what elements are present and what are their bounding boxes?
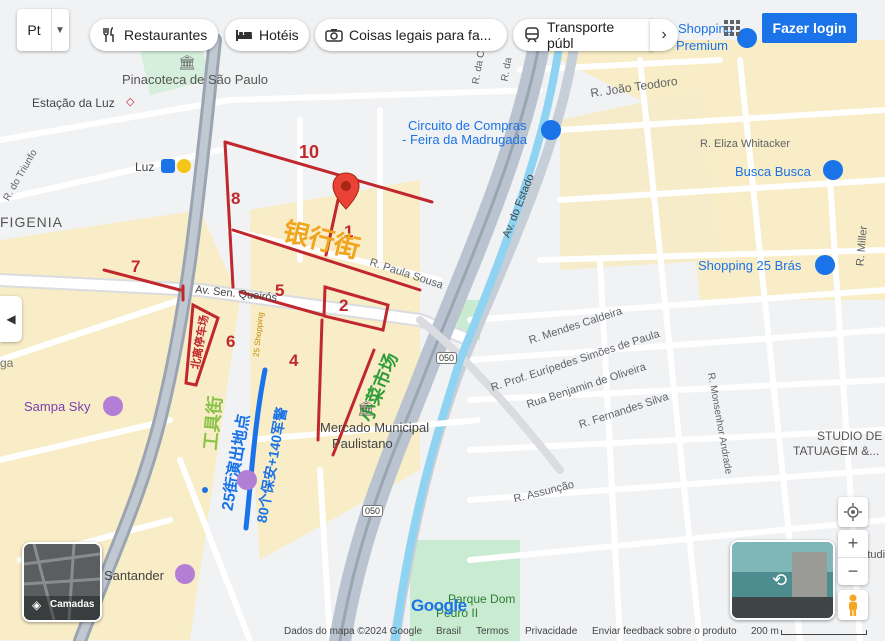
footer-scale-label[interactable]: 200 m: [751, 626, 779, 637]
label-studio-1[interactable]: STUDIO DE: [817, 429, 882, 443]
chip-things-to-do-label: Coisas legais para fa...: [349, 27, 492, 43]
train-station-icon: ◇: [126, 96, 135, 108]
zoom-out-button[interactable]: −: [838, 558, 868, 585]
label-circuito-1[interactable]: Circuito de Compras: [408, 118, 527, 133]
chip-restaurants[interactable]: Restaurantes: [90, 19, 218, 51]
apps-grid-icon[interactable]: [724, 20, 740, 36]
label-mercado-2[interactable]: Paulistano: [332, 436, 393, 451]
layers-icon: ◈: [32, 598, 42, 612]
metro-line-icon: [177, 159, 191, 173]
label-eliza-whitacker: R. Eliza Whitacker: [700, 138, 790, 150]
museum-icon: 🏛: [178, 54, 196, 70]
crosshair-icon: [844, 503, 862, 521]
footer-map-data[interactable]: Dados do mapa ©2024 Google: [284, 626, 422, 637]
label-shopping-25bras[interactable]: Shopping 25 Brás: [698, 258, 801, 273]
camera-icon: [103, 396, 123, 416]
label-studio-2[interactable]: TATUAGEM &...: [793, 444, 879, 458]
location-pin-icon[interactable]: [332, 172, 360, 210]
label-santander[interactable]: Santander: [104, 568, 164, 583]
label-luz[interactable]: Luz: [135, 160, 154, 174]
chevron-right-icon: ›: [661, 26, 667, 43]
street-view-preview[interactable]: ⟲: [730, 540, 835, 620]
chip-transit[interactable]: Transporte públ: [513, 19, 653, 51]
footer-feedback[interactable]: Enviar feedback sobre o produto: [592, 626, 737, 637]
label-ifigenia: FIGENIA: [0, 214, 64, 230]
shopping-bag-icon: [823, 160, 843, 180]
footer-terms[interactable]: Termos: [476, 626, 509, 637]
chip-hotels-label: Hotéis: [259, 27, 299, 43]
annotation-10: 10: [299, 142, 320, 162]
bed-icon: [235, 26, 253, 44]
layers-label: Camadas: [50, 599, 95, 610]
my-location-button[interactable]: [838, 497, 868, 527]
metro-icon: [161, 159, 175, 173]
pegman-button[interactable]: [838, 590, 868, 620]
theater-icon: [175, 564, 195, 584]
label-sampa-sky[interactable]: Sampa Sky: [24, 399, 90, 414]
fork-knife-icon: [100, 26, 118, 44]
chip-hotels[interactable]: Hotéis: [225, 19, 309, 51]
chip-restaurants-label: Restaurantes: [124, 27, 208, 43]
collapse-panel-button[interactable]: ◀: [0, 296, 22, 342]
annotation-5: 5: [275, 281, 285, 300]
annotation-6: 6: [226, 332, 236, 351]
zoom-controls: + −: [838, 530, 868, 585]
label-estacao-luz[interactable]: Estação da Luz: [32, 96, 115, 110]
label-busca-busca[interactable]: Busca Busca: [735, 164, 811, 179]
shopping-bag-icon: [737, 28, 757, 48]
label-shopping-premium-2[interactable]: Premium: [676, 38, 728, 53]
input-tools-label: Pt: [27, 22, 41, 38]
camera-icon: [325, 26, 343, 44]
pegman-icon: [849, 594, 857, 616]
annotation-4: 4: [289, 351, 299, 370]
chevron-left-icon: ◀: [6, 312, 16, 326]
login-button[interactable]: Fazer login: [762, 13, 857, 43]
zoom-in-button[interactable]: +: [838, 530, 868, 558]
theater-icon: [237, 470, 257, 490]
input-tools-button[interactable]: Pt ▼: [17, 9, 69, 51]
chevron-down-icon[interactable]: ▼: [51, 9, 68, 51]
footer-country[interactable]: Brasil: [436, 626, 461, 637]
map-footer: Dados do mapa ©2024 Google Brasil Termos…: [0, 623, 885, 641]
label-pinacoteca[interactable]: Pinacoteca de São Paulo: [122, 72, 268, 87]
annotation-7: 7: [131, 257, 141, 276]
label-ga: ga: [0, 356, 14, 370]
layers-button[interactable]: ◈ Camadas: [22, 542, 102, 622]
google-logo: Google: [411, 596, 467, 615]
road-shield-050: 050: [436, 352, 458, 364]
footer-privacy[interactable]: Privacidade: [525, 626, 577, 637]
chip-things-to-do[interactable]: Coisas legais para fa...: [315, 19, 507, 51]
shopping-bag-icon: [815, 255, 835, 275]
rotate-360-icon: ⟲: [772, 570, 788, 590]
train-icon: [523, 26, 541, 44]
road-shield-050: 050: [362, 505, 384, 517]
map-canvas[interactable]: Pinacoteca de São Paulo 🏛 Estação da Luz…: [0, 0, 885, 641]
annotation-2: 2: [339, 296, 349, 315]
chip-transit-label: Transporte públ: [547, 19, 615, 51]
shopping-bag-icon: [541, 120, 561, 140]
annotation-8: 8: [231, 189, 241, 208]
label-circuito-2[interactable]: - Feira da Madrugada: [402, 132, 527, 147]
scale-bar: [781, 630, 867, 635]
dot-marker-icon: [202, 487, 208, 493]
